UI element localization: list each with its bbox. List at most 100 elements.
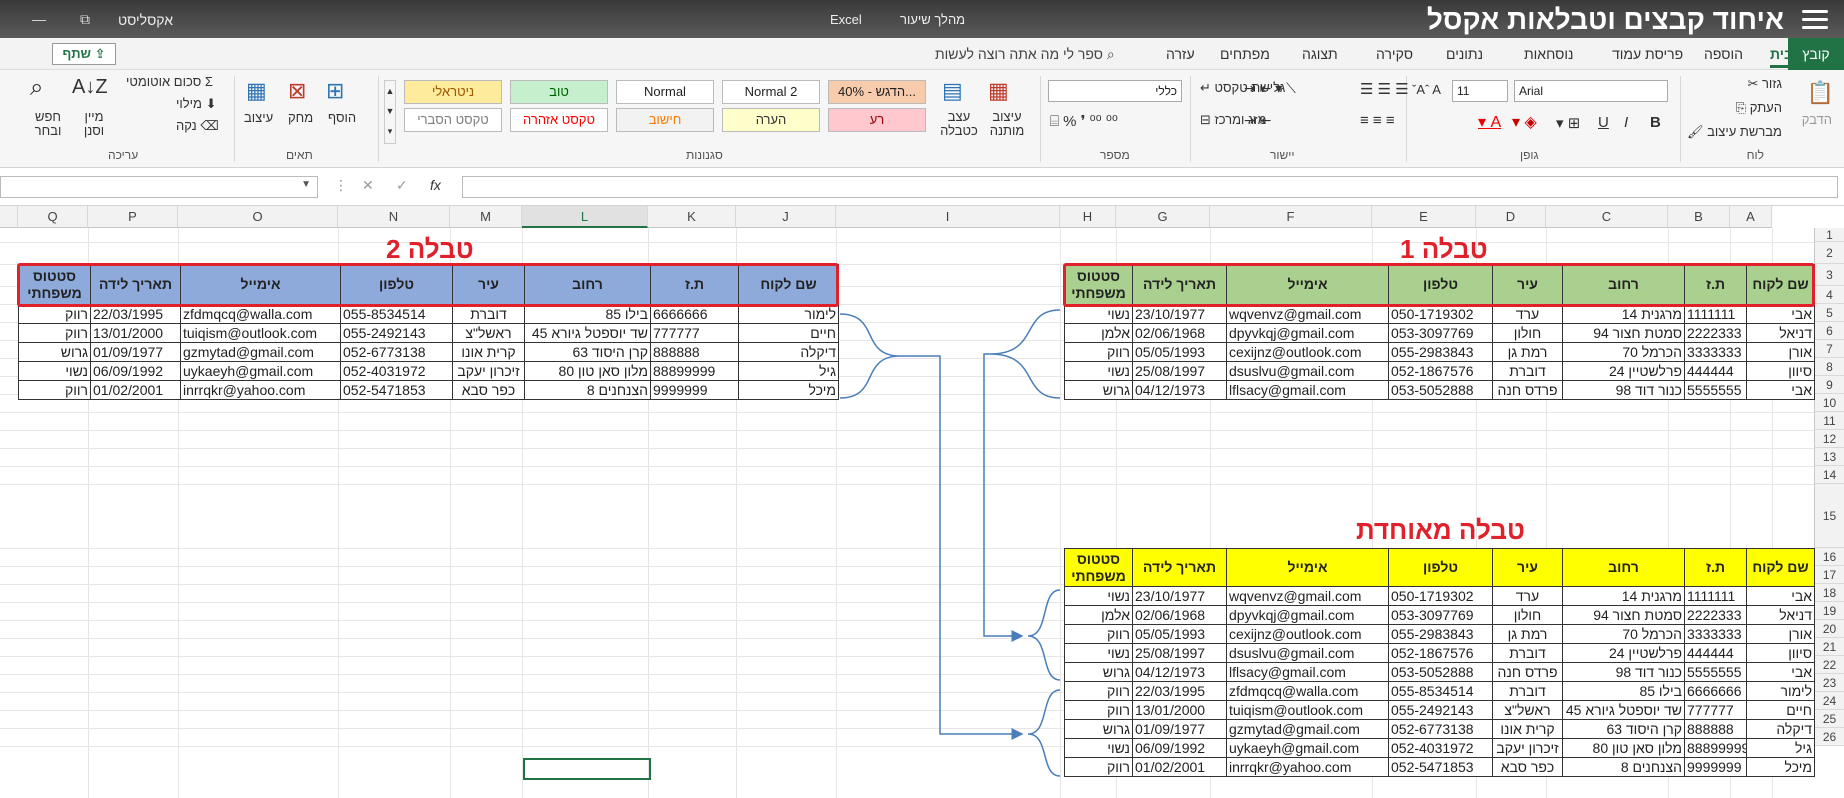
format-painter-button[interactable]: מברשת עיצוב 🖌 xyxy=(1687,124,1782,140)
row-header-2[interactable]: 2 xyxy=(1814,242,1844,264)
font-size-select[interactable]: 11 xyxy=(1452,80,1508,102)
table-cell[interactable]: הכרמל 70 xyxy=(1562,342,1685,362)
row-header-15[interactable]: 15 xyxy=(1814,484,1844,548)
table-cell[interactable]: 01/09/1977 xyxy=(1132,719,1227,739)
row-header-3[interactable]: 3 xyxy=(1814,264,1844,286)
restore-button[interactable]: ⧉ xyxy=(74,8,96,30)
cell-style-7[interactable]: חישוב xyxy=(616,108,714,132)
table-cell[interactable]: רווק xyxy=(1064,624,1133,644)
table-cell[interactable]: wqvenvz@gmail.com xyxy=(1226,304,1389,324)
table-cell[interactable]: 22/03/1995 xyxy=(1132,681,1227,701)
row-header-24[interactable]: 24 xyxy=(1814,692,1844,710)
tab-6[interactable]: תצוגה xyxy=(1302,46,1338,62)
copy-button[interactable]: העתק ⎘ xyxy=(1736,100,1782,116)
table-cell[interactable]: גרוש xyxy=(1064,380,1133,400)
table-cell[interactable]: חיים xyxy=(1746,700,1815,720)
table-cell[interactable]: בילו 85 xyxy=(524,304,651,324)
table-cell[interactable]: cexijnz@outlook.com xyxy=(1226,342,1389,362)
table-cell[interactable]: 6666666 xyxy=(650,304,739,324)
conditional-format-icon[interactable]: ▦ xyxy=(988,78,1009,104)
column-heading[interactable]: עיר xyxy=(1492,264,1563,305)
insert-cells-icon[interactable]: ⊞ xyxy=(326,78,344,104)
table-cell[interactable]: 6666666 xyxy=(1684,681,1747,701)
table-cell[interactable]: דוברת xyxy=(1492,643,1563,663)
italic-button[interactable]: I xyxy=(1624,114,1628,131)
table-cell[interactable]: קרן היסוד 63 xyxy=(1562,719,1685,739)
table-cell[interactable]: ערד xyxy=(1492,304,1563,324)
sort-filter-icon[interactable]: A↓Z xyxy=(72,76,108,99)
table-cell[interactable]: גרוש xyxy=(18,342,91,362)
column-heading[interactable]: תאריך לידה xyxy=(1132,548,1227,587)
sort-filter-button[interactable]: מיין וסנן xyxy=(74,110,114,138)
table-cell[interactable]: גרוש xyxy=(1064,662,1133,682)
tab-file[interactable]: קובץ xyxy=(1788,38,1844,70)
table-cell[interactable]: רווק xyxy=(1064,700,1133,720)
column-heading[interactable]: אימייל xyxy=(1226,264,1389,305)
table-cell[interactable]: חיים xyxy=(738,323,839,343)
cell-style-5[interactable]: רע xyxy=(828,108,926,132)
table-cell[interactable]: רווק xyxy=(1064,681,1133,701)
table-cell[interactable]: 052-5471853 xyxy=(340,380,453,400)
table-cell[interactable]: 053-3097769 xyxy=(1388,323,1493,343)
account-name[interactable]: אקסליסט xyxy=(118,12,173,28)
row-header-8[interactable]: 8 xyxy=(1814,358,1844,376)
clear-button[interactable]: ⌫ נקה xyxy=(176,118,219,134)
table-cell[interactable]: uykaeyh@gmail.com xyxy=(180,361,341,381)
table-cell[interactable]: דניאל xyxy=(1746,323,1815,343)
table-cell[interactable]: 25/08/1997 xyxy=(1132,643,1227,663)
table-cell[interactable]: cexijnz@outlook.com xyxy=(1226,624,1389,644)
wrap-text-button[interactable]: גלישת טקסט ↵ xyxy=(1200,80,1285,96)
row-header-19[interactable]: 19 xyxy=(1814,602,1844,620)
table-cell[interactable]: דניאל xyxy=(1746,605,1815,625)
table-cell[interactable]: הצנחנים 8 xyxy=(1562,757,1685,777)
tab-1[interactable]: הוספה xyxy=(1704,46,1743,62)
table-cell[interactable]: 13/01/2000 xyxy=(1132,700,1227,720)
table-cell[interactable]: 777777 xyxy=(1684,700,1747,720)
column-heading[interactable]: טלפון xyxy=(1388,264,1493,305)
row-header-22[interactable]: 22 xyxy=(1814,656,1844,674)
table-cell[interactable]: inrrqkr@yahoo.com xyxy=(1226,757,1389,777)
row-header-6[interactable]: 6 xyxy=(1814,322,1844,340)
table-cell[interactable]: 052-5471853 xyxy=(1388,757,1493,777)
minimize-button[interactable]: — xyxy=(28,8,50,30)
table-cell[interactable]: 053-5052888 xyxy=(1388,662,1493,682)
font-name-select[interactable]: Arial xyxy=(1514,80,1668,102)
row-header-23[interactable]: 23 xyxy=(1814,674,1844,692)
font-grow-icon[interactable]: Aˆ Aˇ xyxy=(1412,82,1441,97)
table-cell[interactable]: סיוון xyxy=(1746,643,1815,663)
column-header-L[interactable]: L xyxy=(522,206,648,228)
column-heading[interactable]: רחוב xyxy=(1562,264,1685,305)
column-heading[interactable]: רחוב xyxy=(1562,548,1685,587)
row-header-25[interactable]: 25 xyxy=(1814,710,1844,728)
table-cell[interactable]: הצנחנים 8 xyxy=(524,380,651,400)
column-header-A[interactable]: A xyxy=(1730,206,1772,228)
table-cell[interactable]: ראשל"צ xyxy=(1492,700,1563,720)
table-cell[interactable]: 9999999 xyxy=(1684,757,1747,777)
table-cell[interactable]: 053-3097769 xyxy=(1388,605,1493,625)
column-heading[interactable]: טלפון xyxy=(1388,548,1493,587)
number-format-select[interactable]: כללי xyxy=(1048,80,1182,102)
table-cell[interactable]: inrrqkr@yahoo.com xyxy=(180,380,341,400)
table-cell[interactable]: ראשל"צ xyxy=(452,323,525,343)
column-header-K[interactable]: K xyxy=(648,206,736,228)
cancel-icon[interactable]: ✕ xyxy=(362,177,374,194)
table-cell[interactable]: לימור xyxy=(738,304,839,324)
table-cell[interactable]: נשוי xyxy=(1064,304,1133,324)
table-cell[interactable]: הכרמל 70 xyxy=(1562,624,1685,644)
column-header-Q[interactable]: Q xyxy=(18,206,88,228)
table-cell[interactable]: נשוי xyxy=(1064,586,1133,606)
table-cell[interactable]: רווק xyxy=(18,304,91,324)
font-color-icon[interactable]: A ▾ xyxy=(1478,112,1501,132)
table-cell[interactable]: gzmytad@gmail.com xyxy=(180,342,341,362)
column-header-G[interactable]: G xyxy=(1116,206,1210,228)
table-cell[interactable]: lflsacy@gmail.com xyxy=(1226,380,1389,400)
table-cell[interactable]: 2222333 xyxy=(1684,323,1747,343)
row-header-20[interactable]: 20 xyxy=(1814,620,1844,638)
table-cell[interactable]: פרדס חנה xyxy=(1492,380,1563,400)
column-header-J[interactable]: J xyxy=(736,206,836,228)
fill-color-icon[interactable]: ◈ ▾ xyxy=(1512,112,1537,132)
table-cell[interactable]: קרית אונו xyxy=(452,342,525,362)
column-header-C[interactable]: C xyxy=(1546,206,1668,228)
conditional-format-button[interactable]: עיצוב מותנה xyxy=(982,110,1032,138)
table-cell[interactable]: קרן היסוד 63 xyxy=(524,342,651,362)
